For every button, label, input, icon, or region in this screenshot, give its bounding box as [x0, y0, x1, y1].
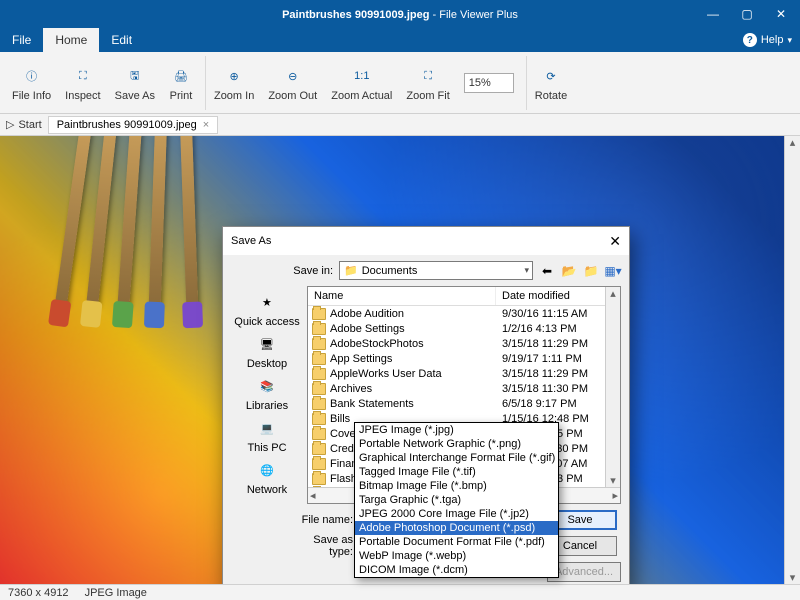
folder-icon — [312, 323, 326, 335]
file-row[interactable]: AppleWorks User Data3/15/18 11:29 PM — [308, 366, 620, 381]
file-row[interactable]: Adobe Settings1/2/16 4:13 PM — [308, 321, 620, 336]
folder-icon — [312, 308, 326, 320]
file-row[interactable]: App Settings9/19/17 1:11 PM — [308, 351, 620, 366]
place-icon: 🌐 — [253, 458, 281, 482]
zoom-percent[interactable]: 15% — [458, 56, 520, 110]
filetype-option[interactable]: JPEG Image (*.jpg) — [355, 423, 558, 437]
file-row[interactable]: AdobeStockPhotos3/15/18 11:29 PM — [308, 336, 620, 351]
ribbon: ⓘFile Info ⛶Inspect 🖫Save As 🖨Print ⊕Zoo… — [0, 52, 800, 114]
filetype-option[interactable]: Portable Network Graphic (*.png) — [355, 437, 558, 451]
minimize-button[interactable]: — — [696, 2, 730, 26]
folder-icon — [312, 353, 326, 365]
file-row[interactable]: Adobe Audition9/30/16 11:15 AM — [308, 306, 620, 321]
zoom-fit-icon: ⛶ — [416, 64, 440, 88]
place-desktop[interactable]: 🖥Desktop — [247, 332, 287, 370]
help-label: Help — [761, 34, 784, 46]
zoom-in-icon: ⊕ — [222, 64, 246, 88]
maximize-button[interactable]: ▢ — [730, 2, 764, 26]
save-in-combo[interactable]: 📁 Documents — [339, 261, 533, 280]
play-icon: ▷ — [6, 118, 14, 131]
inspect-icon: ⛶ — [71, 64, 95, 88]
filetype-option[interactable]: Graphical Interchange Format File (*.gif… — [355, 451, 558, 465]
zoom-out-button[interactable]: ⊖Zoom Out — [262, 56, 323, 110]
places-panel: ★Quick access 🖥Desktop 📚Libraries 💻This PC 🌐… — [231, 286, 303, 504]
menu-file[interactable]: File — [0, 28, 43, 52]
place-icon: 🖥 — [253, 332, 281, 356]
saveastype-label: Save as type: — [287, 534, 353, 558]
place-quick-access[interactable]: ★Quick access — [234, 290, 299, 328]
help-menu[interactable]: ? Help ▾ — [743, 28, 792, 52]
filetype-option[interactable]: Tagged Image File (*.tif) — [355, 465, 558, 479]
filetype-dropdown[interactable]: JPEG Image (*.jpg)Portable Network Graph… — [354, 422, 559, 578]
file-row[interactable]: Archives3/15/18 11:30 PM — [308, 381, 620, 396]
zoom-actual-button[interactable]: 1:1Zoom Actual — [325, 56, 398, 110]
document-tab[interactable]: Paintbrushes 90991009.jpeg× — [48, 116, 219, 134]
rotate-icon: ⟳ — [539, 64, 563, 88]
window-title: Paintbrushes 90991009.jpeg - File Viewer… — [282, 7, 518, 21]
file-list-header[interactable]: Name Date modified — [308, 287, 620, 306]
folder-icon — [312, 428, 326, 440]
zoom-in-button[interactable]: ⊕Zoom In — [208, 56, 260, 110]
place-this-pc[interactable]: 💻This PC — [247, 416, 286, 454]
folder-icon: 📁 — [344, 264, 358, 277]
canvas-scrollbar[interactable]: ▴▾ — [784, 136, 800, 584]
filetype-option[interactable]: Adobe Photoshop Document (*.psd) — [355, 521, 558, 535]
folder-icon — [312, 413, 326, 425]
filetype-option[interactable]: DICOM Image (*.dcm) — [355, 563, 558, 577]
save-in-label: Save in: — [287, 265, 333, 277]
new-folder-icon[interactable]: 📁 — [583, 263, 599, 279]
dialog-title: Save As — [231, 235, 271, 247]
place-icon: 💻 — [253, 416, 281, 440]
menu-edit[interactable]: Edit — [99, 28, 144, 52]
print-icon: 🖨 — [169, 64, 193, 88]
zoom-fit-button[interactable]: ⛶Zoom Fit — [400, 56, 455, 110]
rotate-button[interactable]: ⟳Rotate — [529, 56, 573, 110]
folder-icon — [312, 443, 326, 455]
help-icon: ? — [743, 33, 757, 47]
document-tab-bar: ▷Start Paintbrushes 90991009.jpeg× — [0, 114, 800, 136]
status-dimensions: 7360 x 4912 — [8, 587, 69, 599]
inspect-button[interactable]: ⛶Inspect — [59, 56, 106, 110]
menu-home[interactable]: Home — [43, 28, 99, 52]
zoom-actual-icon: 1:1 — [350, 64, 374, 88]
folder-icon — [312, 383, 326, 395]
filetype-option[interactable]: Portable Document Format File (*.pdf) — [355, 535, 558, 549]
folder-icon — [312, 368, 326, 380]
close-button[interactable]: ✕ — [764, 2, 798, 26]
filetype-option[interactable]: Targa Graphic (*.tga) — [355, 493, 558, 507]
status-type: JPEG Image — [85, 587, 147, 599]
print-button[interactable]: 🖨Print — [163, 56, 199, 110]
place-icon: ★ — [253, 290, 281, 314]
place-libraries[interactable]: 📚Libraries — [246, 374, 288, 412]
file-row[interactable]: Bank Statements6/5/18 9:17 PM — [308, 396, 620, 411]
save-as-button[interactable]: 🖫Save As — [109, 56, 161, 110]
start-tab[interactable]: ▷Start — [6, 118, 42, 131]
filename-label: File name: — [287, 514, 353, 526]
title-bar: Paintbrushes 90991009.jpeg - File Viewer… — [0, 0, 800, 28]
filetype-option[interactable]: WebP Image (*.webp) — [355, 549, 558, 563]
zoom-out-icon: ⊖ — [281, 64, 305, 88]
place-icon: 📚 — [253, 374, 281, 398]
chevron-down-icon: ▾ — [787, 35, 792, 46]
menu-bar: File Home Edit ? Help ▾ — [0, 28, 800, 52]
back-icon[interactable]: ⬅ — [539, 263, 555, 279]
folder-icon — [312, 338, 326, 350]
file-list-vscroll[interactable]: ▴▾ — [605, 287, 620, 487]
info-icon: ⓘ — [20, 64, 44, 88]
folder-icon — [312, 458, 326, 470]
file-info-button[interactable]: ⓘFile Info — [6, 56, 57, 110]
up-icon[interactable]: 📂 — [561, 263, 577, 279]
close-tab-icon[interactable]: × — [203, 119, 209, 131]
folder-icon — [312, 473, 326, 485]
folder-icon — [312, 398, 326, 410]
filetype-option[interactable]: JPEG 2000 Core Image File (*.jp2) — [355, 507, 558, 521]
dialog-title-bar: Save As ✕ — [223, 227, 629, 255]
dialog-close-button[interactable]: ✕ — [609, 233, 621, 250]
filetype-option[interactable]: Bitmap Image File (*.bmp) — [355, 479, 558, 493]
views-icon[interactable]: ▦▾ — [605, 263, 621, 279]
status-bar: 7360 x 4912 JPEG Image — [0, 584, 800, 600]
save-icon: 🖫 — [123, 64, 147, 88]
place-network[interactable]: 🌐Network — [247, 458, 287, 496]
